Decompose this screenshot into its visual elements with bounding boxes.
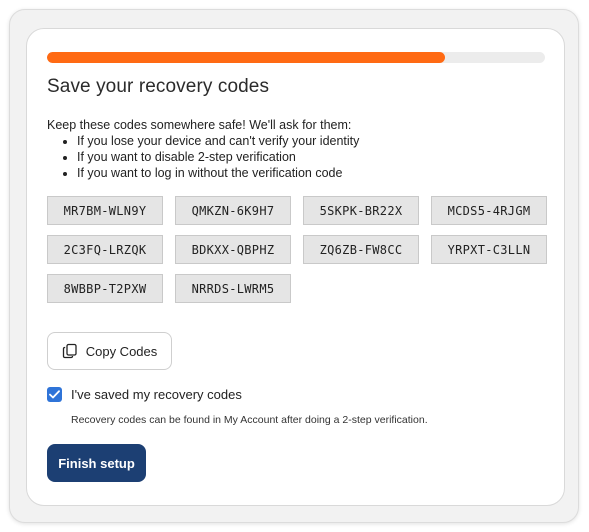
reason-item: If you want to disable 2-step verificati… [77,149,359,165]
recovery-code: NRRDS-LWRM5 [175,274,291,303]
copy-icon [62,343,78,359]
intro-text: Keep these codes somewhere safe! We'll a… [47,118,352,132]
saved-codes-checkbox[interactable] [47,387,62,402]
recovery-code: YRPXT-C3LLN [431,235,547,264]
checkmark-icon [49,390,60,399]
setup-progress-bar [47,52,545,63]
reason-item: If you want to log in without the verifi… [77,165,359,181]
recovery-code: MR7BM-WLN9Y [47,196,163,225]
copy-codes-label: Copy Codes [85,343,158,359]
recovery-code: MCDS5-4RJGM [431,196,547,225]
saved-codes-label[interactable]: I've saved my recovery codes [71,387,242,402]
recovery-code: QMKZN-6K9H7 [175,196,291,225]
recovery-hint-text: Recovery codes can be found in My Accoun… [71,414,428,426]
recovery-code: 8WBBP-T2PXW [47,274,163,303]
recovery-code: 5SKPK-BR22X [303,196,419,225]
recovery-code: ZQ6ZB-FW8CC [303,235,419,264]
reasons-list: If you lose your device and can't verify… [64,133,359,181]
page-title: Save your recovery codes [47,76,270,97]
recovery-code: 2C3FQ-LRZQK [47,235,163,264]
reason-item: If you lose your device and can't verify… [77,133,359,149]
recovery-codes-grid: MR7BM-WLN9Y QMKZN-6K9H7 5SKPK-BR22X MCDS… [47,196,547,303]
copy-codes-button[interactable]: Copy Codes [47,332,172,370]
finish-setup-button[interactable]: Finish setup [47,444,146,482]
recovery-code: BDKXX-QBPHZ [175,235,291,264]
setup-progress-fill [47,52,446,63]
saved-confirmation-row: I've saved my recovery codes [47,387,242,402]
